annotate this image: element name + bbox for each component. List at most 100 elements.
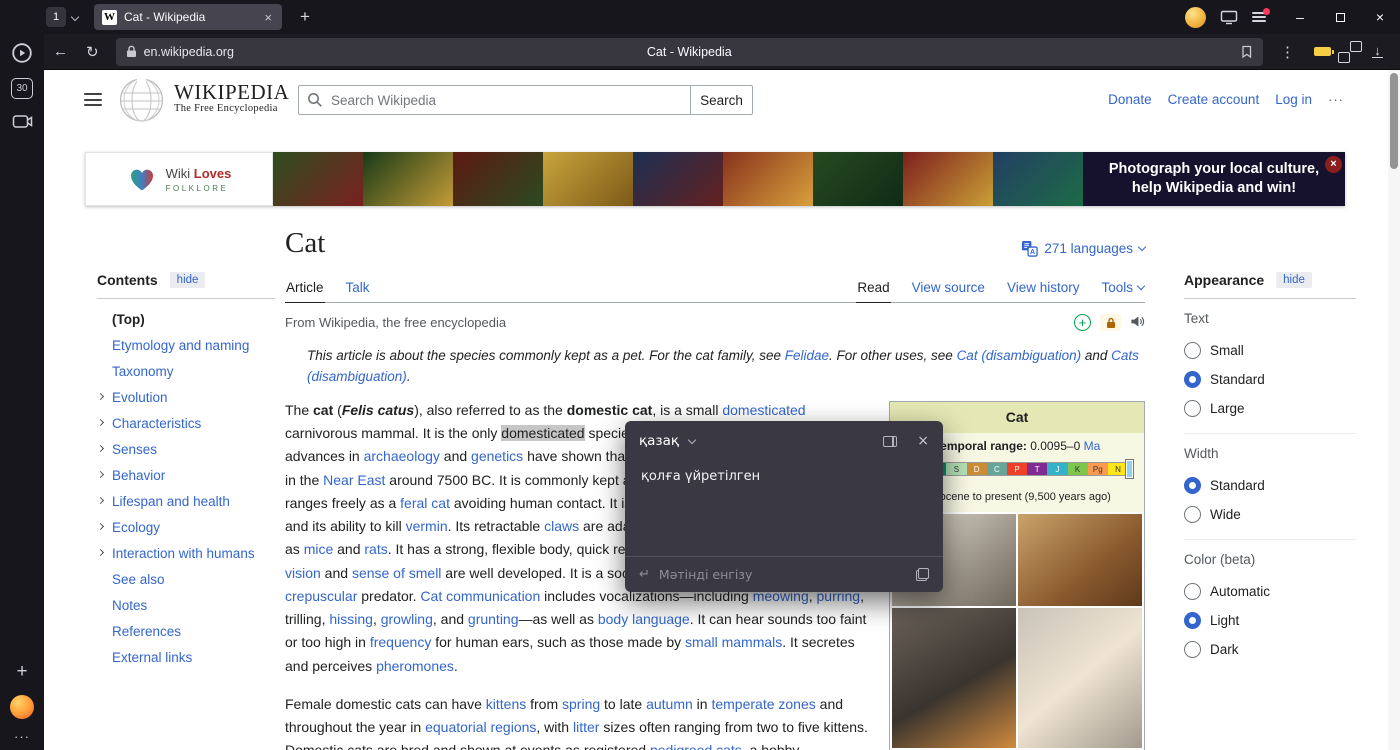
banner-message[interactable]: Photograph your local culture, help Wiki… — [1083, 152, 1345, 206]
toc-item[interactable]: Characteristics — [97, 411, 275, 437]
popup-close-icon[interactable]: × — [917, 433, 929, 449]
appearance-option[interactable]: Standard — [1184, 365, 1356, 394]
extensions-menu-icon[interactable]: ⋮ — [1271, 43, 1304, 61]
tab-talk[interactable]: Talk — [345, 273, 371, 302]
back-button[interactable]: ← — [44, 43, 77, 60]
screen-share-icon[interactable] — [1220, 10, 1238, 25]
wiki-link[interactable]: Felidae — [785, 348, 829, 363]
appearance-option[interactable]: Large — [1184, 394, 1356, 423]
toc-item[interactable]: Notes — [97, 593, 275, 619]
wiki-link[interactable]: rats — [364, 541, 387, 557]
wiki-link[interactable]: domesticated — [722, 402, 805, 418]
chevron-right-icon[interactable] — [97, 523, 104, 530]
wiki-link[interactable]: litter — [573, 719, 599, 735]
radio-icon[interactable] — [1184, 506, 1201, 523]
wiki-link[interactable]: archaeology — [364, 448, 440, 464]
radio-icon[interactable] — [1184, 342, 1201, 359]
popup-language-selector[interactable]: қазақ — [639, 433, 679, 449]
wiki-link[interactable]: Near East — [323, 472, 385, 488]
appearance-hide-button[interactable]: hide — [1276, 272, 1312, 288]
log-in-link[interactable]: Log in — [1275, 92, 1312, 107]
wiki-link[interactable]: grunting — [468, 611, 519, 627]
toc-item[interactable]: Interaction with humans — [97, 541, 275, 567]
chevron-right-icon[interactable] — [97, 445, 104, 452]
chevron-right-icon[interactable] — [97, 393, 104, 400]
play-circle-icon[interactable] — [11, 42, 33, 64]
profile-avatar[interactable] — [1185, 7, 1206, 28]
wiki-link[interactable]: growling — [381, 611, 433, 627]
toc-item[interactable]: Ecology — [97, 515, 275, 541]
scrollbar-thumb[interactable] — [1390, 73, 1398, 169]
tab-article[interactable]: Article — [285, 273, 325, 303]
listen-speaker-icon[interactable] — [1130, 314, 1145, 332]
copy-icon[interactable] — [916, 568, 929, 581]
reload-button[interactable]: ↻ — [77, 43, 108, 61]
radio-icon[interactable] — [1184, 612, 1201, 629]
toc-item[interactable]: Lifespan and health — [97, 489, 275, 515]
wiki-link[interactable]: autumn — [646, 696, 693, 712]
tab-close-icon[interactable]: × — [262, 10, 274, 25]
toc-item[interactable]: References — [97, 619, 275, 645]
wiki-link[interactable]: frequency — [370, 634, 431, 650]
wiki-link[interactable]: small mammals — [685, 634, 782, 650]
banner-close-icon[interactable]: × — [1325, 156, 1342, 173]
wiki-link[interactable]: pheromones — [376, 658, 454, 674]
chevron-right-icon[interactable] — [97, 419, 104, 426]
popup-window-icon[interactable] — [883, 436, 897, 447]
popup-input[interactable]: ↵ Мәтінді енгізу — [625, 556, 943, 592]
radio-icon[interactable] — [1184, 400, 1201, 417]
wiki-link[interactable]: crepuscular — [285, 588, 357, 604]
wikipedia-wordmark[interactable]: WIKIPEDIA The Free Encyclopedia — [174, 81, 289, 114]
donate-link[interactable]: Donate — [1108, 92, 1152, 107]
view-read[interactable]: Read — [856, 273, 890, 303]
close-button[interactable]: × — [1360, 0, 1400, 34]
radio-icon[interactable] — [1184, 641, 1201, 658]
wiki-link[interactable]: Cat (disambiguation) — [957, 348, 1082, 363]
wiki-link[interactable]: vermin — [406, 518, 448, 534]
maximize-button[interactable] — [1320, 0, 1360, 34]
wiki-link[interactable]: sense of smell — [352, 565, 441, 581]
header-more-icon[interactable]: ··· — [1328, 92, 1344, 107]
appearance-option[interactable]: Small — [1184, 336, 1356, 365]
url-bar[interactable]: en.wikipedia.org Cat - Wikipedia — [116, 38, 1263, 66]
tab-counter-button[interactable]: 1 — [46, 7, 78, 27]
bookmark-icon[interactable] — [1240, 45, 1253, 59]
wiki-link[interactable]: body language — [598, 611, 690, 627]
languages-button[interactable]: A 271 languages — [1021, 240, 1145, 261]
chevron-right-icon[interactable] — [97, 549, 104, 556]
minimize-button[interactable]: – — [1280, 0, 1320, 34]
wiki-link[interactable]: temperate zones — [711, 696, 815, 712]
sidebar-more-icon[interactable]: ··· — [14, 729, 30, 744]
radio-icon[interactable] — [1184, 583, 1201, 600]
wiki-link[interactable]: spring — [562, 696, 600, 712]
search-button[interactable]: Search — [691, 85, 753, 115]
scrollbar[interactable] — [1388, 70, 1400, 750]
appearance-option[interactable]: Automatic — [1184, 577, 1356, 606]
battery-icon[interactable] — [1314, 47, 1331, 56]
wiki-link[interactable]: hissing — [329, 611, 373, 627]
main-menu-button[interactable] — [84, 93, 102, 106]
browser-tab[interactable]: W Cat - Wikipedia × — [94, 4, 282, 30]
view-history[interactable]: View history — [1006, 273, 1081, 302]
wiki-link[interactable]: feral cat — [400, 495, 450, 511]
toc-hide-button[interactable]: hide — [170, 272, 206, 288]
chevron-right-icon[interactable] — [97, 497, 104, 504]
chevron-right-icon[interactable] — [97, 471, 104, 478]
badge-30-icon[interactable]: 30 — [11, 78, 33, 99]
chevron-down-icon[interactable] — [688, 435, 696, 443]
app-menu-icon[interactable] — [1252, 12, 1266, 22]
appearance-option[interactable]: Dark — [1184, 635, 1356, 664]
tools-menu[interactable]: Tools — [1100, 273, 1145, 302]
appearance-option[interactable]: Standard — [1184, 471, 1356, 500]
wikipedia-globe-logo[interactable] — [118, 75, 165, 130]
wiki-link[interactable]: pedigreed cats — [650, 742, 742, 750]
camera-icon[interactable] — [12, 113, 33, 130]
toc-item[interactable]: External links — [97, 645, 275, 671]
wiki-link[interactable]: mice — [304, 541, 334, 557]
wiki-link[interactable]: kittens — [486, 696, 526, 712]
radio-icon[interactable] — [1184, 371, 1201, 388]
toc-item[interactable]: Behavior — [97, 463, 275, 489]
new-tab-button[interactable]: + — [294, 7, 316, 27]
toc-item[interactable]: Taxonomy — [97, 359, 275, 385]
wiki-link[interactable]: equatorial regions — [425, 719, 536, 735]
